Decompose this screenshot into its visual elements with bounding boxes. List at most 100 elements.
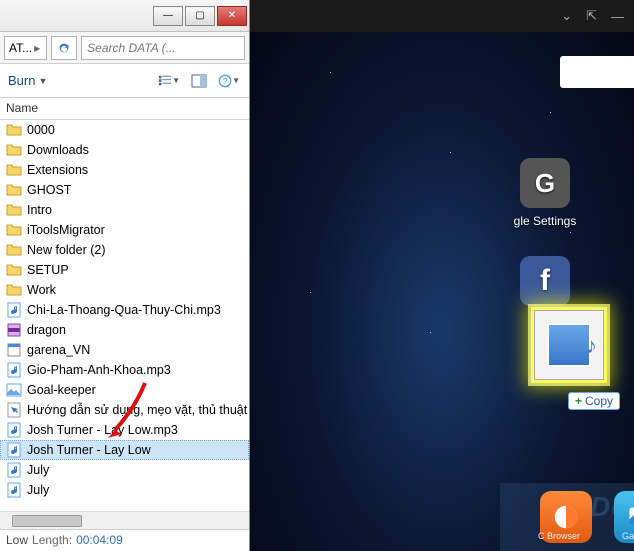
facebook-icon: f (520, 256, 570, 306)
gallery-icon (626, 503, 634, 531)
close-button[interactable]: ✕ (217, 6, 247, 26)
file-row[interactable]: GHOST (0, 180, 249, 200)
file-row[interactable]: iToolsMigrator (0, 220, 249, 240)
file-row[interactable]: Extensions (0, 160, 249, 180)
address-bar-row: AT... ▸ Search DATA (... (0, 32, 249, 64)
status-bar: Low Length: 00:04:09 (0, 529, 249, 551)
scrollbar-thumb[interactable] (12, 515, 82, 527)
dock: C Browser Gallery Settings (500, 483, 634, 551)
folder-icon (6, 282, 22, 298)
folder-icon (6, 142, 22, 158)
folder-icon (6, 242, 22, 258)
column-header[interactable]: Name (0, 98, 249, 120)
audio-icon (6, 462, 22, 478)
file-row[interactable]: Chi-La-Thoang-Qua-Thuy-Chi.mp3 (0, 300, 249, 320)
breadcrumb[interactable]: AT... ▸ (4, 36, 47, 60)
search-input[interactable]: Search DATA (... (81, 36, 245, 60)
refresh-button[interactable] (51, 36, 77, 60)
folder-icon (6, 222, 22, 238)
file-name: Gio-Pham-Anh-Khoa.mp3 (27, 363, 171, 377)
audio-icon (6, 302, 22, 318)
explorer-window: — ▢ ✕ AT... ▸ Search DATA (... Burn ▼ ▼ (0, 0, 250, 551)
minimize-icon[interactable]: — (611, 9, 624, 24)
file-row[interactable]: July (0, 460, 249, 480)
file-name: New folder (2) (27, 243, 106, 257)
folder-icon (6, 122, 22, 138)
file-row[interactable]: SETUP (0, 260, 249, 280)
file-row[interactable]: New folder (2) (0, 240, 249, 260)
file-name: Downloads (27, 143, 89, 157)
drag-drop-file[interactable] (534, 310, 604, 380)
file-row[interactable]: Josh Turner - Lay Low (0, 440, 249, 460)
audio-icon (6, 442, 22, 458)
file-row[interactable]: garena_VN (0, 340, 249, 360)
app-google-settings[interactable]: G gle Settings (502, 158, 588, 228)
preview-pane-button[interactable] (187, 71, 211, 91)
status-length-label: Length: (32, 533, 72, 548)
maximize-button[interactable]: ▢ (185, 6, 215, 26)
file-name: Intro (27, 203, 52, 217)
minimize-button[interactable]: — (153, 6, 183, 26)
folder-icon (6, 182, 22, 198)
annotation-arrow-right (630, 300, 634, 410)
file-row[interactable]: July (0, 480, 249, 500)
file-row[interactable]: Gio-Pham-Anh-Khoa.mp3 (0, 360, 249, 380)
file-name: July (27, 463, 49, 477)
file-name: Josh Turner - Lay Low (27, 443, 151, 457)
pane-icon (191, 74, 207, 88)
file-name: dragon (27, 323, 66, 337)
file-row[interactable]: Downloads (0, 140, 249, 160)
help-button[interactable]: ? ▼ (217, 71, 241, 91)
file-row[interactable]: Goal-keeper (0, 380, 249, 400)
help-icon: ? (218, 74, 232, 88)
emulator-titlebar: ⌄ ⇱ — (250, 0, 634, 32)
audio-icon (6, 422, 22, 438)
google-search-widget[interactable]: G (560, 56, 634, 88)
file-name: Hướng dẫn sử dụng, mẹo vặt, thủ thuật (27, 403, 247, 417)
file-row[interactable]: dragon (0, 320, 249, 340)
file-row[interactable]: Josh Turner - Lay Low.mp3 (0, 420, 249, 440)
view-options-button[interactable]: ▼ (157, 71, 181, 91)
file-name: 0000 (27, 123, 55, 137)
file-row[interactable]: Hướng dẫn sử dụng, mẹo vặt, thủ thuật (0, 400, 249, 420)
link-icon (6, 402, 22, 418)
file-row[interactable]: 0000 (0, 120, 249, 140)
refresh-icon (57, 41, 71, 55)
horizontal-scrollbar[interactable] (0, 511, 249, 529)
image-icon (6, 382, 22, 398)
file-name: Josh Turner - Lay Low.mp3 (27, 423, 178, 437)
browser-icon (551, 502, 581, 532)
toolbar: Burn ▼ ▼ ? ▼ (0, 64, 249, 98)
file-row[interactable]: Work (0, 280, 249, 300)
folder-icon (6, 162, 22, 178)
exe-icon (6, 342, 22, 358)
chevron-down-icon: ▼ (38, 76, 47, 86)
audio-icon (6, 362, 22, 378)
file-list[interactable]: 0000 Downloads Extensions GHOST Intro iToolsM… (0, 120, 249, 511)
folder-icon (6, 262, 22, 278)
chevron-down-icon[interactable]: ⌄ (561, 8, 572, 24)
status-title: Low (6, 533, 28, 548)
rar-icon (6, 322, 22, 338)
file-name: iToolsMigrator (27, 223, 105, 237)
breadcrumb-separator: ▸ (32, 41, 42, 55)
plus-icon: + (575, 394, 582, 408)
file-name: Goal-keeper (27, 383, 96, 397)
file-name: GHOST (27, 183, 71, 197)
burn-button[interactable]: Burn ▼ (8, 73, 47, 88)
file-name: garena_VN (27, 343, 90, 357)
file-row[interactable]: Intro (0, 200, 249, 220)
file-name: Extensions (27, 163, 88, 177)
file-name: Work (27, 283, 56, 297)
copy-badge: + Copy (568, 392, 620, 410)
file-name: SETUP (27, 263, 69, 277)
gear-icon: G (520, 158, 570, 208)
media-file-icon (547, 323, 591, 367)
audio-icon (6, 482, 22, 498)
file-name: Chi-La-Thoang-Qua-Thuy-Chi.mp3 (27, 303, 221, 317)
file-name: July (27, 483, 49, 497)
breadcrumb-segment[interactable]: AT... (9, 41, 32, 55)
pin-icon[interactable]: ⇱ (586, 8, 597, 24)
list-view-icon (158, 74, 172, 88)
status-length-value: 00:04:09 (76, 533, 123, 548)
